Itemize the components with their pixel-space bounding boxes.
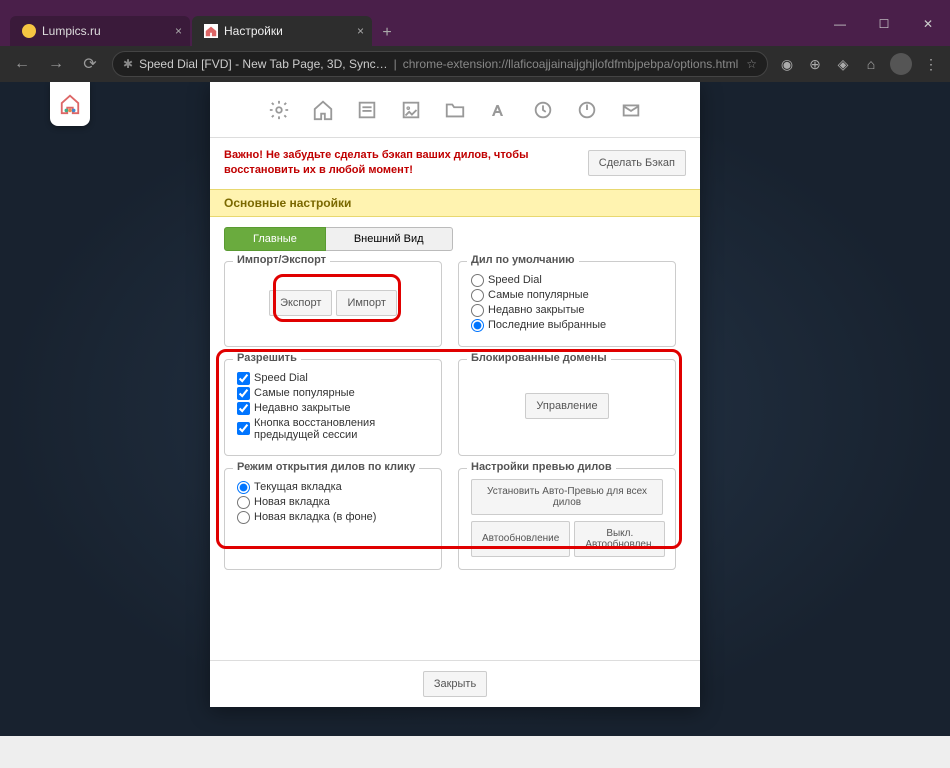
home-icon [204, 24, 218, 38]
font-icon[interactable]: A [486, 97, 512, 123]
check-recent-closed[interactable]: Недавно закрытые [237, 402, 429, 415]
manage-button[interactable]: Управление [525, 393, 608, 419]
menu-icon[interactable]: ⋮ [922, 55, 940, 73]
subtab-appearance[interactable]: Внешний Вид [326, 227, 453, 251]
extension-icon: ✱ [123, 57, 133, 71]
auto-update-off-button[interactable]: Выкл. Автообновлен. [574, 521, 665, 557]
settings-panel: A Важно! Не забудьте сделать бэкап ваших… [210, 82, 700, 707]
close-button[interactable]: Закрыть [423, 671, 487, 697]
close-icon[interactable]: × [357, 24, 364, 38]
profile-avatar[interactable] [890, 53, 912, 75]
backup-button[interactable]: Сделать Бэкап [588, 150, 686, 176]
fieldset-blocked-domains: Блокированные домены Управление [458, 359, 676, 456]
tab-bar: Lumpics.ru × Настройки × + — ☐ ✕ [0, 10, 950, 46]
set-all-preview-button[interactable]: Установить Авто-Превью для всех дилов [471, 479, 663, 515]
new-tab-button[interactable]: + [374, 20, 400, 46]
icon-toolbar: A [210, 82, 700, 138]
forward-button[interactable]: → [44, 52, 68, 76]
back-button[interactable]: ← [10, 52, 34, 76]
warning-text: Важно! Не забудьте сделать бэкап ваших д… [224, 148, 576, 179]
fieldset-default-dial: Дил по умолчанию Speed Dial Самые популя… [458, 261, 676, 347]
sub-tabs: Главные Внешний Вид [210, 217, 700, 251]
legend: Блокированные домены [467, 352, 611, 364]
home-icon[interactable] [310, 97, 336, 123]
page-content: A Важно! Не забудьте сделать бэкап ваших… [0, 82, 950, 736]
shield-icon[interactable]: ◉ [778, 55, 796, 73]
fieldset-allow: Разрешить Speed Dial Самые популярные Не… [224, 359, 442, 456]
legend: Режим открытия дилов по клику [233, 461, 419, 473]
check-popular[interactable]: Самые популярные [237, 387, 429, 400]
radio-current-tab[interactable]: Текущая вкладка [237, 481, 429, 494]
window-controls: — ☐ ✕ [818, 10, 950, 38]
image-icon[interactable] [398, 97, 424, 123]
tab-lumpics[interactable]: Lumpics.ru × [10, 16, 190, 46]
panel-footer: Закрыть [210, 660, 700, 707]
auto-update-on-button[interactable]: Автообновление [471, 521, 570, 557]
radio-last-selected[interactable]: Последние выбранные [471, 319, 663, 332]
import-button[interactable]: Импорт [336, 290, 396, 316]
folder-icon[interactable] [442, 97, 468, 123]
speed-dial-badge[interactable] [50, 82, 90, 126]
toolbar-icons: ◉ ⊕ ◈ ⌂ ⋮ [778, 53, 940, 75]
home-ext-icon[interactable]: ⌂ [862, 55, 880, 73]
legend: Импорт/Экспорт [233, 254, 330, 266]
legend: Дил по умолчанию [467, 254, 579, 266]
url-field[interactable]: ✱ Speed Dial [FVD] - New Tab Page, 3D, S… [112, 51, 768, 77]
minimize-button[interactable]: — [818, 10, 862, 38]
radio-recent-closed[interactable]: Недавно закрытые [471, 304, 663, 317]
radio-new-tab-bg[interactable]: Новая вкладка (в фоне) [237, 511, 429, 524]
tab-settings[interactable]: Настройки × [192, 16, 372, 46]
favicon-icon [22, 24, 36, 38]
radio-popular[interactable]: Самые популярные [471, 289, 663, 302]
fieldset-import-export: Импорт/Экспорт Экспорт Импорт [224, 261, 442, 347]
tab-title: Lumpics.ru [42, 24, 101, 38]
fieldset-open-mode: Режим открытия дилов по клику Текущая вк… [224, 468, 442, 570]
legend: Настройки превью дилов [467, 461, 616, 473]
gear-icon[interactable] [266, 97, 292, 123]
subtab-main[interactable]: Главные [224, 227, 326, 251]
sync-icon[interactable] [530, 97, 556, 123]
globe-icon[interactable]: ⊕ [806, 55, 824, 73]
cube-icon[interactable]: ◈ [834, 55, 852, 73]
mail-icon[interactable] [618, 97, 644, 123]
close-window-button[interactable]: ✕ [906, 10, 950, 38]
address-bar: ← → ⟳ ✱ Speed Dial [FVD] - New Tab Page,… [0, 46, 950, 82]
url-path: chrome-extension://llaficoajjainaijghjlo… [403, 57, 739, 71]
os-taskbar [0, 736, 950, 768]
tab-title: Настройки [224, 24, 283, 38]
close-icon[interactable]: × [175, 24, 182, 38]
svg-text:A: A [493, 103, 503, 119]
section-title: Основные настройки [210, 189, 700, 217]
warning-row: Важно! Не забудьте сделать бэкап ваших д… [210, 138, 700, 189]
url-ext-name: Speed Dial [FVD] - New Tab Page, 3D, Syn… [139, 57, 388, 71]
maximize-button[interactable]: ☐ [862, 10, 906, 38]
settings-grid: Импорт/Экспорт Экспорт Импорт Дил по умо… [210, 251, 700, 580]
legend: Разрешить [233, 352, 301, 364]
url-separator: | [394, 57, 397, 71]
radio-speed-dial[interactable]: Speed Dial [471, 274, 663, 287]
list-icon[interactable] [354, 97, 380, 123]
window-titlebar [0, 0, 950, 10]
fieldset-preview: Настройки превью дилов Установить Авто-П… [458, 468, 676, 570]
export-button[interactable]: Экспорт [269, 290, 332, 316]
power-icon[interactable] [574, 97, 600, 123]
reload-button[interactable]: ⟳ [78, 52, 102, 76]
check-restore-session[interactable]: Кнопка восстановления предыдущей сессии [237, 417, 429, 441]
bookmark-star-icon[interactable]: ☆ [746, 57, 757, 71]
check-speed-dial[interactable]: Speed Dial [237, 372, 429, 385]
radio-new-tab[interactable]: Новая вкладка [237, 496, 429, 509]
